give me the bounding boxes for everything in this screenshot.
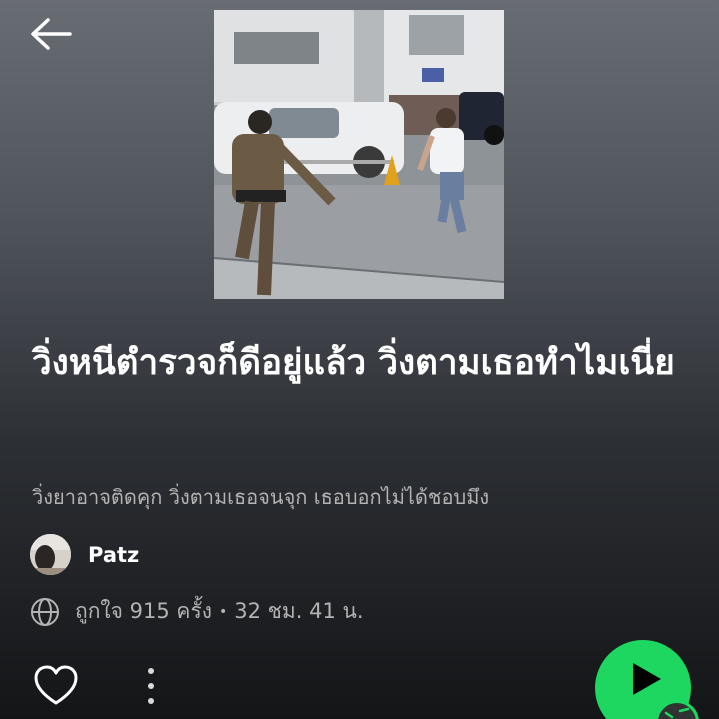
play-icon — [633, 663, 661, 695]
back-button[interactable] — [26, 14, 76, 54]
shuffle-button[interactable] — [655, 700, 699, 719]
heart-outline-icon — [34, 665, 78, 705]
more-vertical-icon — [148, 668, 154, 674]
likes-count: ถูกใจ 915 ครั้ง — [75, 599, 213, 623]
globe-icon — [30, 597, 60, 627]
like-button[interactable] — [33, 664, 79, 708]
playlist-title: วิ่งหนีตำรวจก็ดีอยู่แล้ว วิ่งตามเธอทำไมเ… — [32, 343, 675, 383]
more-vertical-icon-dot — [148, 698, 154, 704]
playlist-meta: ถูกใจ 915 ครั้ง • 32 ชม. 41 น. — [30, 595, 364, 628]
total-duration: 32 ชม. 41 น. — [234, 599, 364, 623]
arrow-left-icon — [31, 18, 72, 50]
shuffle-icon — [664, 707, 690, 719]
playlist-cover-image — [214, 10, 504, 299]
meta-separator: • — [219, 603, 228, 620]
playlist-owner[interactable]: Patz — [30, 534, 139, 575]
more-vertical-icon-dot — [148, 683, 154, 689]
playlist-description: วิ่งยาอาจติดคุก วิ่งตามเธอจนจุก เธอบอกไม… — [32, 485, 490, 509]
owner-name: Patz — [88, 542, 140, 567]
more-options-button[interactable] — [140, 664, 162, 708]
avatar — [30, 534, 71, 575]
